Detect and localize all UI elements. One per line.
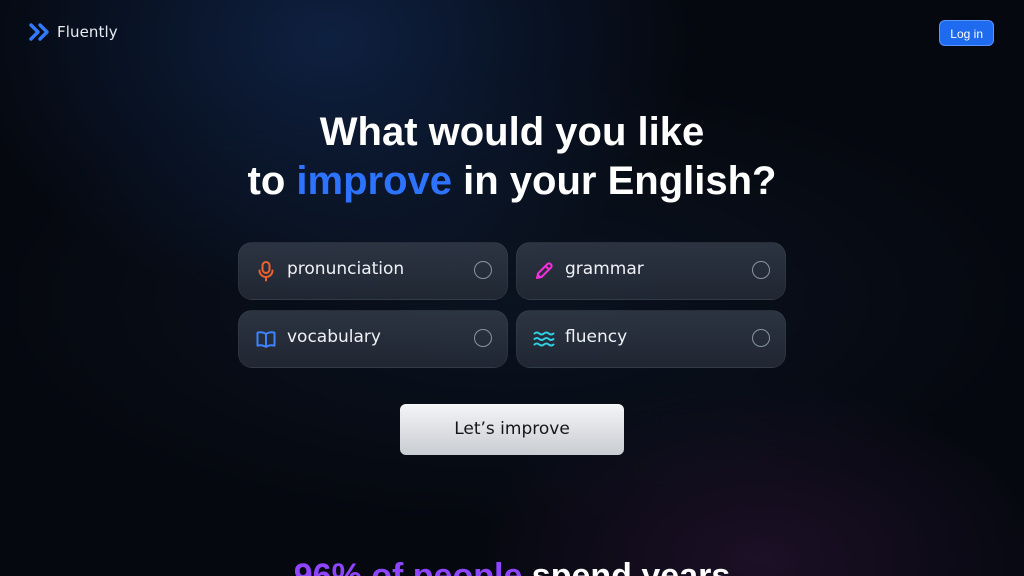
option-label: fluency bbox=[565, 327, 628, 347]
title-accent-word: improve bbox=[296, 159, 453, 203]
option-label: grammar bbox=[565, 259, 644, 279]
page-title: What would you like to improve in your E… bbox=[0, 108, 1024, 206]
option-radio[interactable] bbox=[474, 329, 492, 347]
option-vocabulary[interactable]: vocabulary bbox=[238, 310, 508, 368]
heading-accent: 96% of people bbox=[293, 557, 523, 576]
section-heading: 96% of people spend years bbox=[0, 556, 1024, 576]
microphone-icon bbox=[258, 261, 274, 282]
double-chevron-icon bbox=[29, 23, 49, 41]
title-line-2: to improve in your English? bbox=[0, 157, 1024, 206]
login-button[interactable]: Log in bbox=[939, 20, 994, 46]
title-line-1: What would you like bbox=[319, 110, 705, 154]
title-line-2-end: in your English? bbox=[452, 159, 777, 203]
option-fluency[interactable]: fluency bbox=[516, 310, 786, 368]
option-label: pronunciation bbox=[287, 259, 405, 279]
improvement-options: pronunciation grammar vocabulary fluency bbox=[238, 242, 786, 368]
book-icon bbox=[256, 331, 276, 348]
title-line-2-start: to bbox=[247, 159, 297, 203]
pencil-icon bbox=[536, 262, 553, 279]
option-label: vocabulary bbox=[287, 327, 381, 347]
waves-icon bbox=[533, 331, 555, 347]
brand-logo[interactable]: Fluently bbox=[29, 22, 118, 42]
option-radio[interactable] bbox=[474, 261, 492, 279]
top-bar: Fluently Log in bbox=[0, 0, 1024, 66]
option-radio[interactable] bbox=[752, 261, 770, 279]
lets-improve-button[interactable]: Let’s improve bbox=[400, 404, 624, 455]
brand-name: Fluently bbox=[57, 23, 118, 41]
option-grammar[interactable]: grammar bbox=[516, 242, 786, 300]
option-radio[interactable] bbox=[752, 329, 770, 347]
heading-rest: spend years bbox=[522, 557, 731, 576]
option-pronunciation[interactable]: pronunciation bbox=[238, 242, 508, 300]
